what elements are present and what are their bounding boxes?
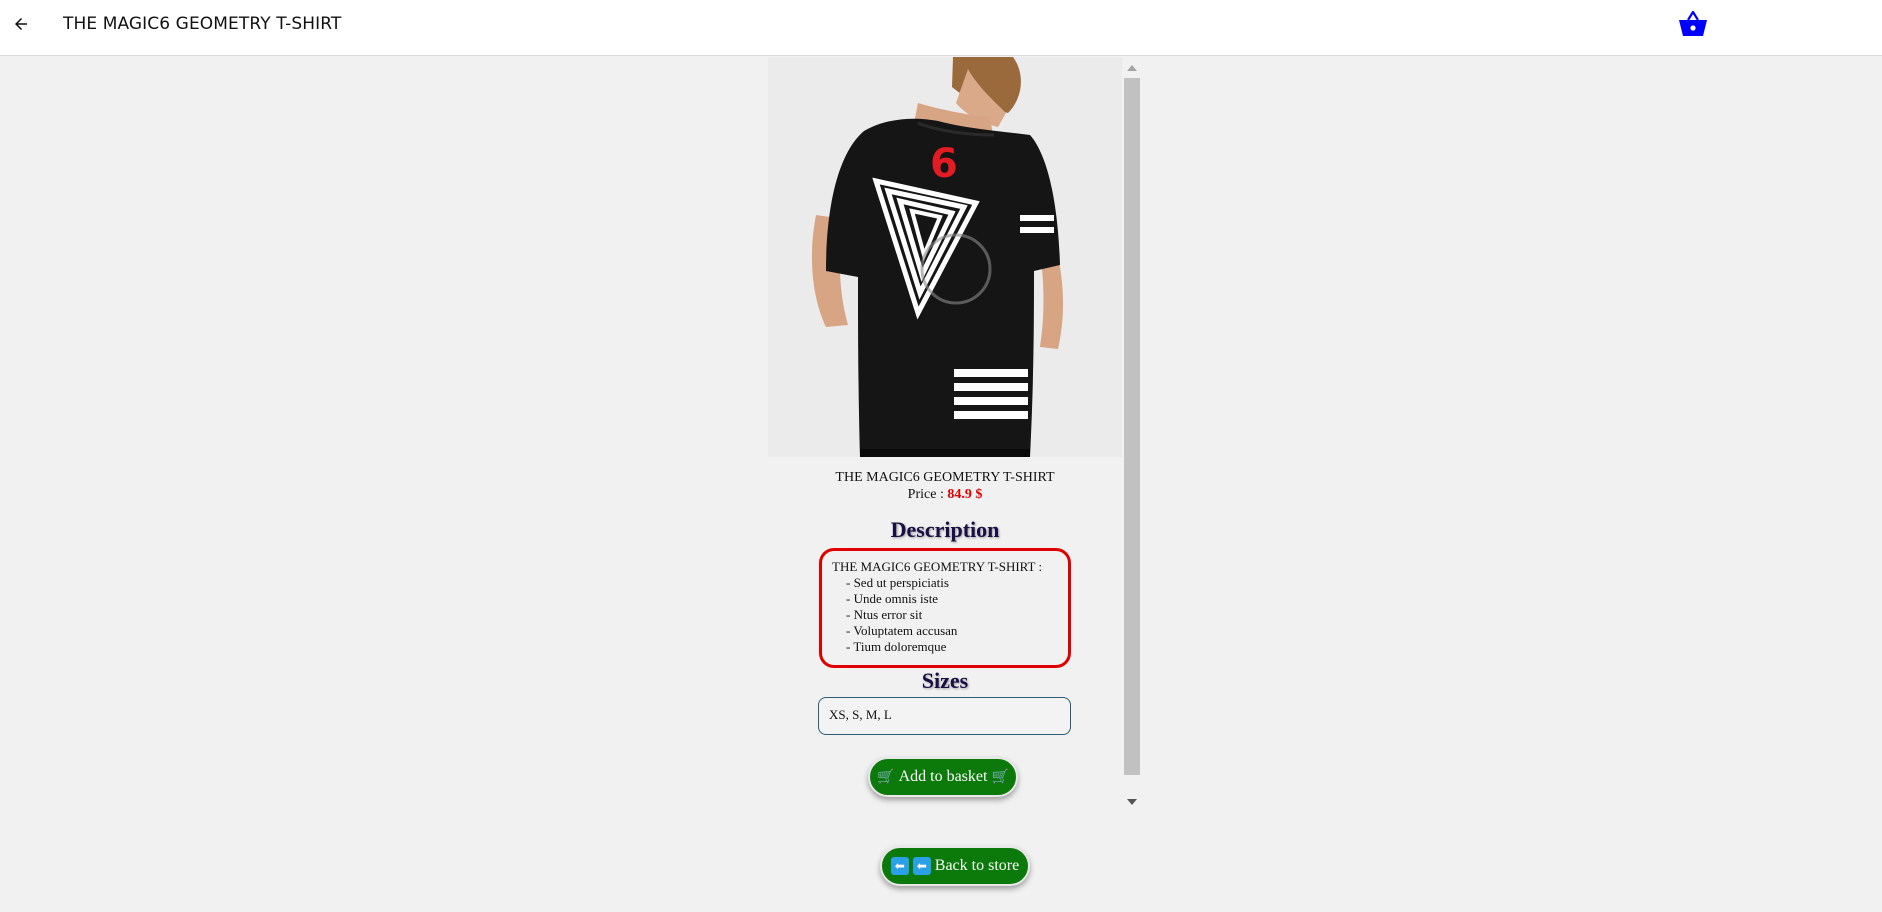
back-to-store-label: Back to store <box>934 857 1020 874</box>
price-line: Price : 84.9 $ <box>768 487 1122 503</box>
basket-button[interactable] <box>1677 8 1709 40</box>
description-item: - Ntus error sit <box>846 607 923 622</box>
price-label: Price : <box>907 487 948 502</box>
left-arrow-icon: ⬅ <box>912 857 931 875</box>
product-detail-panel: 6 THE MAGIC6 GEOMETRY T-SHIRT Price : 84… <box>768 57 1140 810</box>
add-to-basket-button[interactable]: 🛒 Add to basket 🛒 <box>868 757 1018 797</box>
cart-icon: 🛒 <box>877 769 895 785</box>
tshirt-photo: 6 <box>768 57 1122 457</box>
svg-text:6: 6 <box>930 141 958 187</box>
description-item: - Unde omnis iste <box>846 591 939 606</box>
description-item: - Sed ut perspiciatis <box>846 575 949 590</box>
sizes-field: XS, S, M, L <box>818 697 1071 735</box>
price-value: 84.9 $ <box>947 487 983 502</box>
description-heading: Description <box>890 517 1000 542</box>
scroll-down-arrow-icon[interactable] <box>1127 799 1137 805</box>
description-item: - Tium doloremque <box>846 639 947 654</box>
description-intro: THE MAGIC6 GEOMETRY T-SHIRT : <box>832 559 1043 574</box>
sizes-heading: Sizes <box>921 668 969 693</box>
description-box: THE MAGIC6 GEOMETRY T-SHIRT : - Sed ut p… <box>819 548 1071 668</box>
cart-icon: 🛒 <box>991 769 1009 785</box>
add-to-basket-label: Add to basket <box>898 768 988 785</box>
scroll-up-arrow-icon[interactable] <box>1127 65 1137 71</box>
back-to-store-button[interactable]: ⬅ ⬅ Back to store <box>880 846 1030 886</box>
left-arrow-icon: ⬅ <box>890 857 909 875</box>
panel-scrollbar[interactable] <box>1122 62 1140 812</box>
scroll-thumb[interactable] <box>1124 78 1140 775</box>
product-image: 6 <box>768 57 1122 457</box>
description-item: - Voluptatem accusan <box>846 623 958 638</box>
arrow-left-icon <box>15 18 27 30</box>
basket-icon <box>1679 10 1707 36</box>
app-bar: THE MAGIC6 GEOMETRY T-SHIRT <box>0 0 1882 56</box>
product-name: THE MAGIC6 GEOMETRY T-SHIRT <box>835 470 1055 485</box>
back-button[interactable] <box>9 12 33 36</box>
page-title: THE MAGIC6 GEOMETRY T-SHIRT <box>63 14 342 34</box>
